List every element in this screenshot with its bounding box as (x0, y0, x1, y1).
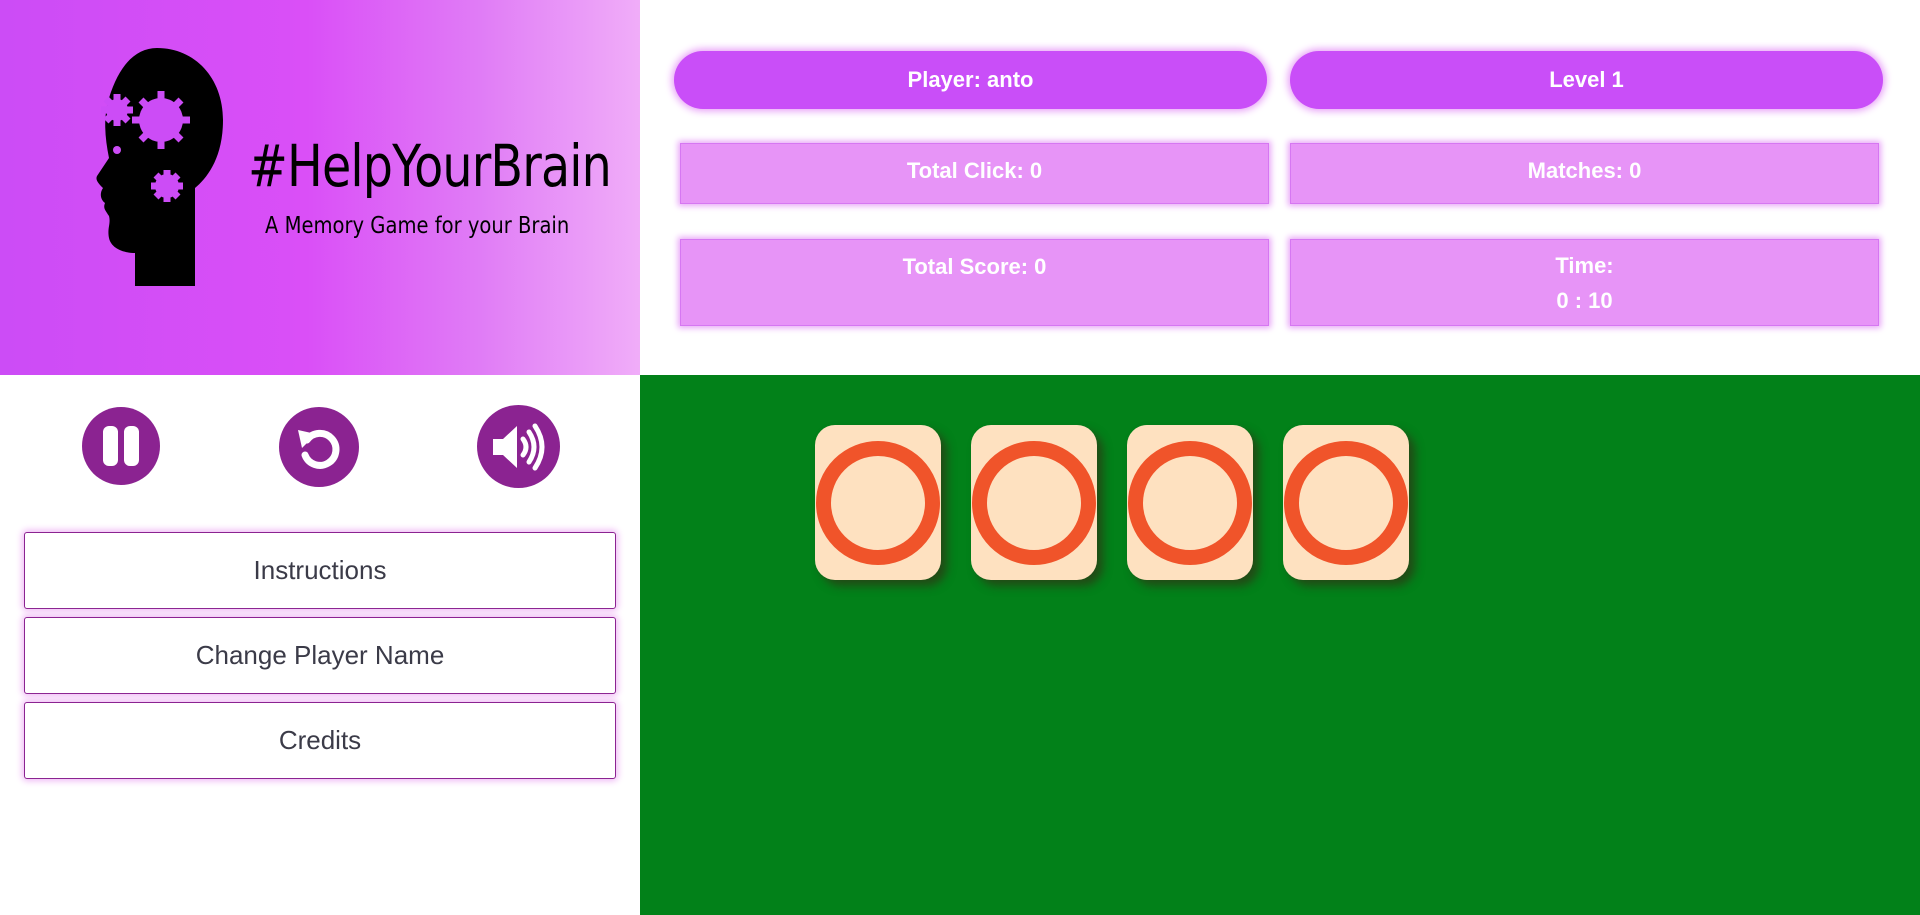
pause-icon (103, 426, 139, 466)
matches-display: Matches: 0 (1290, 143, 1879, 204)
restart-icon (298, 429, 340, 469)
game-board (640, 375, 1920, 915)
logo-panel: #HelpYourBrain A Memory Game for your Br… (0, 0, 640, 375)
volume-icon (492, 423, 544, 470)
logo-subtitle: A Memory Game for your Brain (265, 213, 570, 239)
restart-button[interactable] (279, 407, 359, 487)
logo-title: #HelpYourBrain (248, 132, 612, 200)
circle-symbol-icon (1284, 440, 1408, 565)
memory-card[interactable] (815, 425, 941, 580)
circle-symbol-icon (1128, 440, 1252, 565)
timer-label: Time: (1555, 253, 1614, 278)
memory-card[interactable] (971, 425, 1097, 580)
timer-display: Time: 0 : 10 (1290, 239, 1879, 326)
credits-button[interactable]: Credits (24, 702, 616, 779)
memory-card[interactable] (1127, 425, 1253, 580)
player-name-display: Player: anto (674, 51, 1267, 109)
timer-value: 0 : 10 (1556, 288, 1613, 313)
instructions-button[interactable]: Instructions (24, 532, 616, 609)
change-player-name-button[interactable]: Change Player Name (24, 617, 616, 694)
circle-symbol-icon (816, 440, 940, 565)
level-display: Level 1 (1290, 51, 1883, 109)
sound-button[interactable] (477, 405, 560, 488)
circle-symbol-icon (972, 440, 1096, 565)
head-with-gears-icon (96, 48, 223, 286)
memory-card[interactable] (1283, 425, 1409, 580)
total-click-display: Total Click: 0 (680, 143, 1269, 204)
total-score-display: Total Score: 0 (680, 239, 1269, 326)
pause-button[interactable] (82, 407, 160, 485)
